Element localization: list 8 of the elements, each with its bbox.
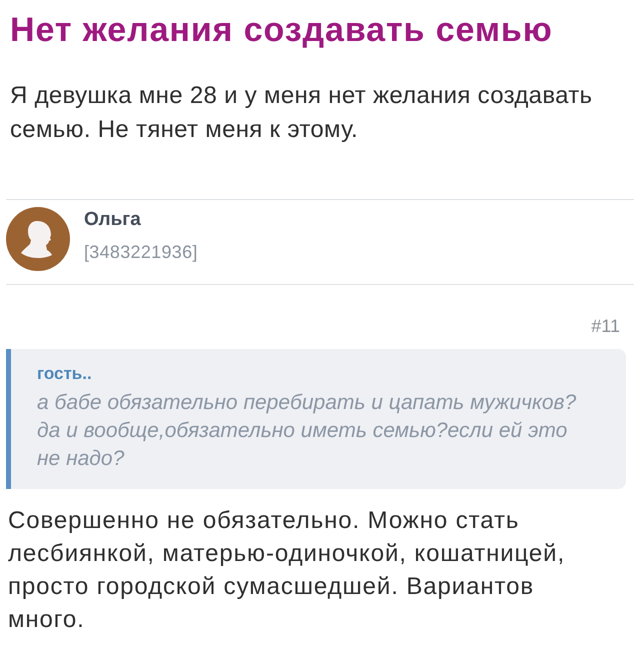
author-id: [3483221936] — [84, 241, 198, 263]
quote-text: а бабе обязательно перебирать и цапать мужичков? да и вообще,обязательно иметь семью?если ей это не надо? — [37, 390, 576, 472]
post-title: Нет желания создавать семью — [10, 10, 553, 51]
author-name[interactable]: Ольга — [84, 209, 141, 231]
reply-text: Совершенно не обязательно. Можно стать лесбиянкой, матерью-одиночкой, кошатницей, просто городской сумасшедшей. Вариантов много. — [8, 506, 566, 635]
quote-author: гость.. — [37, 363, 92, 385]
post-body: Я девушка мне 28 и у меня нет желания создавать семью. Не тянет меня к этому. — [10, 81, 592, 145]
avatar-icon[interactable] — [6, 207, 70, 271]
